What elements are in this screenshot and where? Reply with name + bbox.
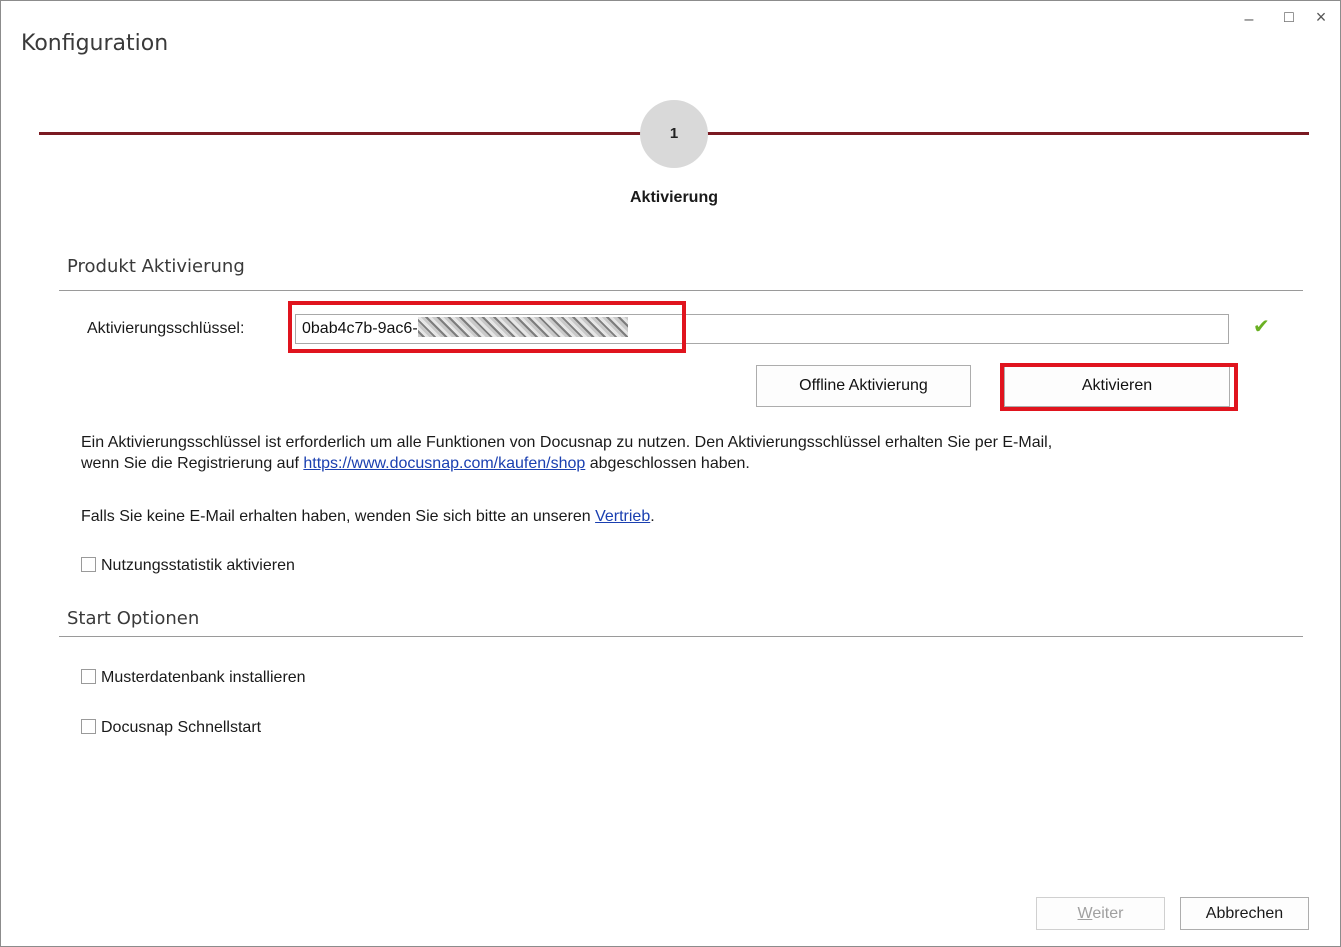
progress-line-right xyxy=(707,132,1309,135)
contact-text: Falls Sie keine E-Mail erhalten haben, w… xyxy=(81,506,655,527)
usage-statistics-checkbox-row[interactable]: Nutzungsstatistik aktivieren xyxy=(81,557,295,575)
minimize-button[interactable]: – xyxy=(1239,11,1259,29)
close-button[interactable]: × xyxy=(1311,7,1331,28)
quickstart-checkbox-row[interactable]: Docusnap Schnellstart xyxy=(81,719,261,737)
cancel-button[interactable]: Abbrechen xyxy=(1180,897,1309,930)
shop-link[interactable]: https://www.docusnap.com/kaufen/shop xyxy=(303,455,585,472)
info-line-1: Ein Aktivierungsschlüssel ist erforderli… xyxy=(81,434,1053,451)
info-line-2-prefix: wenn Sie die Registrierung auf xyxy=(81,455,304,472)
section-title-activation: Produkt Aktivierung xyxy=(67,256,245,277)
info-line-2: wenn Sie die Registrierung auf https://w… xyxy=(81,453,1052,474)
step-label: Aktivierung xyxy=(629,189,718,206)
configuration-window: Konfiguration – □ × 1 Aktivierung Produk… xyxy=(0,0,1341,947)
activation-info-text: Ein Aktivierungsschlüssel ist erforderli… xyxy=(81,432,1052,474)
contact-prefix: Falls Sie keine E-Mail erhalten haben, w… xyxy=(81,508,596,525)
quickstart-checkbox[interactable] xyxy=(81,719,96,734)
progress-line-left xyxy=(39,132,641,135)
info-line-2-suffix: abgeschlossen haben. xyxy=(585,455,750,472)
maximize-button[interactable]: □ xyxy=(1279,9,1299,27)
highlight-key-input xyxy=(288,301,686,353)
quickstart-label: Docusnap Schnellstart xyxy=(101,719,262,736)
usage-statistics-checkbox[interactable] xyxy=(81,557,96,572)
next-accel: W xyxy=(1077,905,1093,922)
activation-key-label: Aktivierungsschlüssel: xyxy=(87,320,245,337)
offline-activation-button[interactable]: Offline Aktivierung xyxy=(756,365,971,407)
usage-statistics-label: Nutzungsstatistik aktivieren xyxy=(101,557,295,574)
next-button[interactable]: Weiter xyxy=(1036,897,1165,930)
next-rest: eiter xyxy=(1092,905,1124,922)
window-title: Konfiguration xyxy=(21,31,169,56)
section-divider xyxy=(59,290,1303,291)
green-checkmark-icon: ✔ xyxy=(1253,316,1270,338)
sample-database-checkbox[interactable] xyxy=(81,669,96,684)
contact-suffix: . xyxy=(650,508,655,525)
section-title-start-options: Start Optionen xyxy=(67,608,200,629)
sales-link[interactable]: Vertrieb xyxy=(595,508,650,525)
section-divider xyxy=(59,636,1303,637)
sample-database-checkbox-row[interactable]: Musterdatenbank installieren xyxy=(81,669,306,687)
sample-database-label: Musterdatenbank installieren xyxy=(101,669,306,686)
highlight-activate-button xyxy=(1000,363,1238,411)
step-indicator: 1 xyxy=(640,100,708,168)
